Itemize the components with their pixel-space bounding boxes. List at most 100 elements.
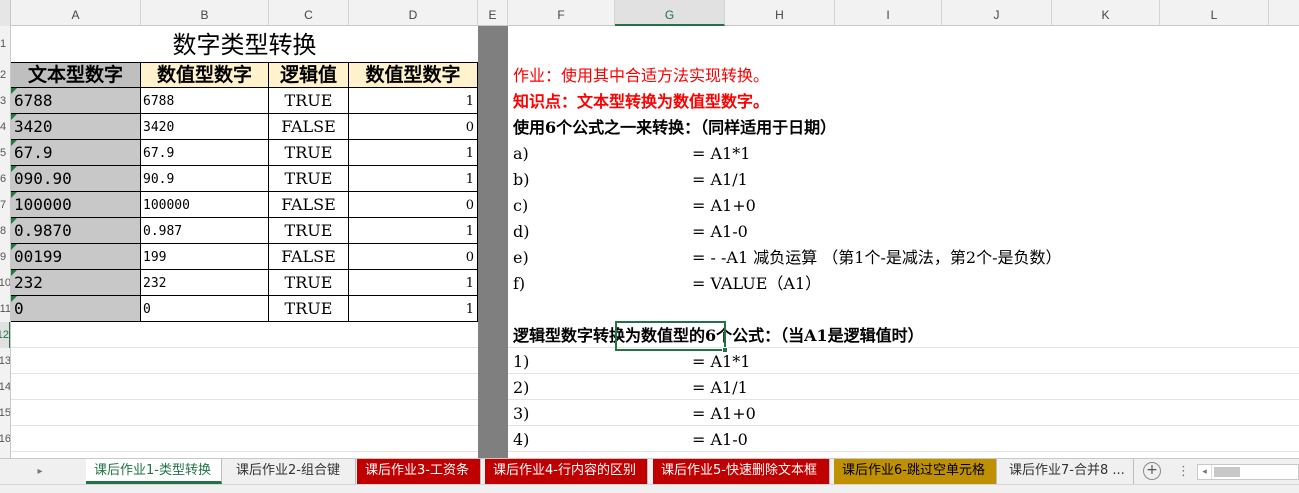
logic-value-cell[interactable]: TRUE bbox=[269, 218, 349, 244]
numeric-result-cell[interactable]: 1 bbox=[349, 270, 478, 296]
row-header[interactable]: 6 bbox=[0, 166, 10, 192]
column-header-c[interactable]: C bbox=[269, 0, 349, 26]
knowledge-note[interactable]: 知识点：文本型转换为数值型数字。 bbox=[513, 89, 769, 115]
column-header-g[interactable]: G bbox=[615, 0, 725, 26]
column-header-b[interactable]: B bbox=[141, 0, 269, 26]
logic-value-cell[interactable]: TRUE bbox=[269, 88, 349, 114]
header-text-number[interactable]: 文本型数字 bbox=[11, 62, 141, 88]
more-options-icon[interactable]: ⋮ bbox=[1177, 464, 1190, 479]
numeric-result-cell[interactable]: 1 bbox=[349, 218, 478, 244]
text-formula-formula[interactable]: = A1+0 bbox=[692, 193, 756, 219]
logic-value-cell[interactable]: FALSE bbox=[269, 114, 349, 140]
logic-value-cell[interactable]: TRUE bbox=[269, 166, 349, 192]
numeric-result-cell[interactable]: 0 bbox=[349, 114, 478, 140]
text-formula-label[interactable]: e) bbox=[513, 245, 529, 271]
sheet-tab-5[interactable]: 课后作业5-快速删除文本框 bbox=[653, 459, 830, 484]
worksheet-grid[interactable]: 数字类型转换 文本型数字 数值型数字 逻辑值 数值型数字 6788 6788 TRU… bbox=[11, 26, 1299, 458]
text-formula-label[interactable]: a) bbox=[513, 141, 529, 167]
text-number-cell[interactable]: 100000 bbox=[11, 192, 141, 218]
row-header-selected[interactable]: 12 bbox=[0, 322, 10, 348]
text-formula-label[interactable]: c) bbox=[513, 193, 528, 219]
row-header[interactable]: 15 bbox=[0, 400, 10, 426]
text-number-cell[interactable]: 3420 bbox=[11, 114, 141, 140]
column-header-i[interactable]: I bbox=[835, 0, 942, 26]
text-formula-label[interactable]: d) bbox=[513, 219, 529, 245]
numeric-result-cell[interactable]: 1 bbox=[349, 88, 478, 114]
text-formulas-heading[interactable]: 使用6个公式之一来转换：（同样适用于日期） bbox=[513, 115, 836, 141]
numeric-result-cell[interactable]: 1 bbox=[349, 166, 478, 192]
logic-value-cell[interactable]: FALSE bbox=[269, 192, 349, 218]
numeric-number-cell[interactable]: 6788 bbox=[141, 88, 269, 114]
row-header[interactable]: 3 bbox=[0, 88, 10, 114]
column-header-a[interactable]: A bbox=[11, 0, 141, 26]
logic-value-cell[interactable]: FALSE bbox=[269, 244, 349, 270]
sheet-tab-3[interactable]: 课后作业3-工资条 bbox=[357, 459, 481, 484]
column-header-j[interactable]: J bbox=[942, 0, 1052, 26]
row-header[interactable]: 9 bbox=[0, 244, 10, 270]
row-header[interactable]: 8 bbox=[0, 218, 10, 244]
row-header[interactable]: 4 bbox=[0, 114, 10, 140]
text-number-cell[interactable]: 090.90 bbox=[11, 166, 141, 192]
active-cell-selection[interactable] bbox=[615, 321, 726, 351]
numeric-result-cell[interactable]: 1 bbox=[349, 296, 478, 322]
sheet-tab-7[interactable]: 课后作业7-合并8 ... bbox=[1001, 459, 1134, 484]
sheet-tab-2[interactable]: 课后作业2-组合键 bbox=[228, 459, 356, 484]
text-number-cell[interactable]: 00199 bbox=[11, 244, 141, 270]
logic-value-cell[interactable]: TRUE bbox=[269, 296, 349, 322]
text-number-cell[interactable]: 0 bbox=[11, 296, 141, 322]
column-header-k[interactable]: K bbox=[1052, 0, 1160, 26]
scroll-left-icon[interactable]: ◂ bbox=[1198, 465, 1212, 479]
text-number-cell[interactable]: 0.9870 bbox=[11, 218, 141, 244]
row-header[interactable]: 5 bbox=[0, 140, 10, 166]
numeric-number-cell[interactable]: 199 bbox=[141, 244, 269, 270]
row-header[interactable]: 14 bbox=[0, 374, 10, 400]
sheet-tab-1[interactable]: 课后作业1-类型转换 bbox=[86, 459, 222, 484]
logic-value-cell[interactable]: TRUE bbox=[269, 140, 349, 166]
column-header-d[interactable]: D bbox=[349, 0, 478, 26]
text-formula-formula[interactable]: = - -A1 减负运算 （第1个-是减法，第2个-是负数） bbox=[692, 245, 1061, 271]
text-formula-label[interactable]: b) bbox=[513, 167, 529, 193]
row-header[interactable]: 1 bbox=[0, 26, 10, 62]
logic-formula-label[interactable]: 2) bbox=[513, 375, 529, 401]
text-formula-formula[interactable]: = A1-0 bbox=[692, 219, 748, 245]
numeric-result-cell[interactable]: 0 bbox=[349, 244, 478, 270]
text-number-cell[interactable]: 6788 bbox=[11, 88, 141, 114]
numeric-number-cell[interactable]: 67.9 bbox=[141, 140, 269, 166]
fill-handle[interactable] bbox=[722, 347, 728, 353]
column-header-l[interactable]: L bbox=[1160, 0, 1269, 26]
logic-formula-label[interactable]: 4) bbox=[513, 427, 529, 453]
text-formula-formula[interactable]: = A1*1 bbox=[692, 141, 750, 167]
text-number-cell[interactable]: 232 bbox=[11, 270, 141, 296]
add-sheet-button[interactable]: + bbox=[1143, 462, 1161, 480]
sheet-tab-4[interactable]: 课后作业4-行内容的区别 bbox=[485, 459, 648, 484]
column-header-f[interactable]: F bbox=[508, 0, 615, 26]
sheet-tab-6[interactable]: 课后作业6-跳过空单元格 bbox=[834, 459, 997, 484]
row-header[interactable]: 16 bbox=[0, 426, 10, 452]
row-header[interactable]: 13 bbox=[0, 348, 10, 374]
numeric-number-cell[interactable]: 0.987 bbox=[141, 218, 269, 244]
numeric-number-cell[interactable]: 100000 bbox=[141, 192, 269, 218]
logic-formula-formula[interactable]: = A1-0 bbox=[692, 427, 748, 453]
text-number-cell[interactable]: 67.9 bbox=[11, 140, 141, 166]
logic-formula-formula[interactable]: = A1/1 bbox=[692, 375, 748, 401]
assignment-note[interactable]: 作业：使用其中合适方法实现转换。 bbox=[513, 63, 769, 89]
row-header[interactable]: 2 bbox=[0, 62, 10, 88]
header-numeric-number[interactable]: 数值型数字 bbox=[141, 62, 269, 88]
numeric-number-cell[interactable]: 232 bbox=[141, 270, 269, 296]
header-numeric-number-2[interactable]: 数值型数字 bbox=[349, 62, 478, 88]
numeric-number-cell[interactable]: 0 bbox=[141, 296, 269, 322]
row-header[interactable]: 7 bbox=[0, 192, 10, 218]
numeric-number-cell[interactable]: 90.9 bbox=[141, 166, 269, 192]
logic-formula-label[interactable]: 3) bbox=[513, 401, 529, 427]
header-logic-value[interactable]: 逻辑值 bbox=[269, 62, 349, 88]
column-header-e[interactable]: E bbox=[478, 0, 508, 26]
row-header[interactable]: 10 bbox=[0, 270, 10, 296]
numeric-result-cell[interactable]: 1 bbox=[349, 140, 478, 166]
table-title[interactable]: 数字类型转换 bbox=[11, 26, 478, 62]
numeric-result-cell[interactable]: 0 bbox=[349, 192, 478, 218]
column-header-h[interactable]: H bbox=[725, 0, 835, 26]
select-all-corner[interactable] bbox=[0, 0, 11, 26]
text-formula-label[interactable]: f) bbox=[513, 271, 525, 297]
logic-value-cell[interactable]: TRUE bbox=[269, 270, 349, 296]
horizontal-scrollbar[interactable]: ◂ bbox=[1197, 464, 1299, 480]
